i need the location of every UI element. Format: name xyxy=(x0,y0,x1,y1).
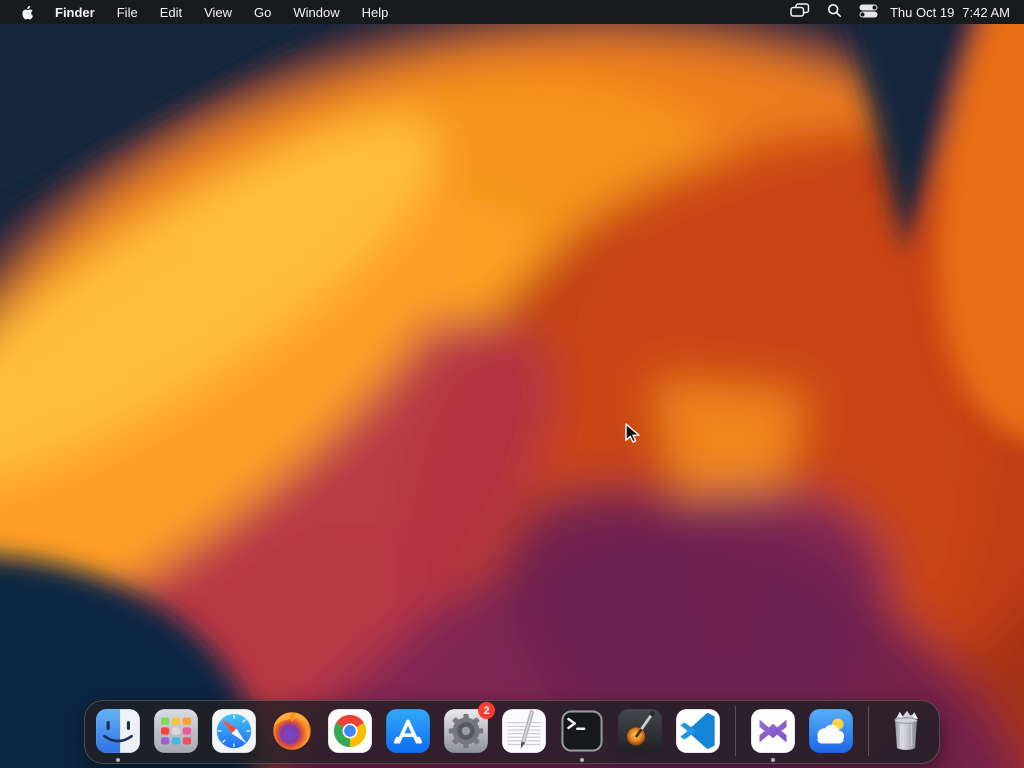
mouse-cursor xyxy=(620,421,640,448)
dock: 2 xyxy=(84,700,940,764)
dock-item-visual-studio[interactable] xyxy=(748,706,798,762)
dock-item-vscode[interactable] xyxy=(673,706,723,756)
dock-item-system-settings[interactable]: 2 xyxy=(441,702,495,756)
dock-separator xyxy=(735,706,736,756)
desktop: Finder File Edit View Go Window Help Thu… xyxy=(0,0,1024,768)
apple-menu-icon[interactable] xyxy=(20,4,34,20)
dock-item-firefox[interactable] xyxy=(267,706,317,756)
menu-go[interactable]: Go xyxy=(243,5,282,20)
notification-badge: 2 xyxy=(478,702,495,719)
stacked-windows-icon[interactable] xyxy=(790,3,810,21)
running-indicator xyxy=(116,758,120,762)
menubar-clock[interactable]: Thu Oct 19 7:42 AM xyxy=(890,5,1010,20)
active-app-name[interactable]: Finder xyxy=(44,5,106,20)
spotlight-search-icon[interactable] xyxy=(827,3,842,21)
clock-time: 7:42 AM xyxy=(962,4,1010,20)
dock-item-terminal[interactable] xyxy=(557,706,607,762)
running-indicator xyxy=(771,758,775,762)
menu-edit[interactable]: Edit xyxy=(149,5,193,20)
dock-item-app-store[interactable] xyxy=(383,706,433,756)
dock-item-finder[interactable] xyxy=(93,706,143,762)
dock-item-launchpad[interactable] xyxy=(151,706,201,756)
dock-item-trash[interactable] xyxy=(881,706,931,756)
menu-window[interactable]: Window xyxy=(282,5,350,20)
dock-separator xyxy=(868,706,869,756)
dock-item-textedit[interactable] xyxy=(499,706,549,756)
dock-item-weather[interactable] xyxy=(806,706,856,756)
control-center-icon[interactable] xyxy=(859,4,878,21)
menu-view[interactable]: View xyxy=(193,5,243,20)
clock-date: Thu Oct 19 xyxy=(889,4,955,20)
dock-item-garageband[interactable] xyxy=(615,706,665,756)
desktop-wallpaper xyxy=(0,0,1024,768)
menu-bar: Finder File Edit View Go Window Help Thu… xyxy=(0,0,1024,24)
dock-item-safari[interactable] xyxy=(209,706,259,756)
running-indicator xyxy=(580,758,584,762)
dock-item-chrome[interactable] xyxy=(325,706,375,756)
menu-help[interactable]: Help xyxy=(351,5,400,20)
menu-file[interactable]: File xyxy=(106,5,149,20)
